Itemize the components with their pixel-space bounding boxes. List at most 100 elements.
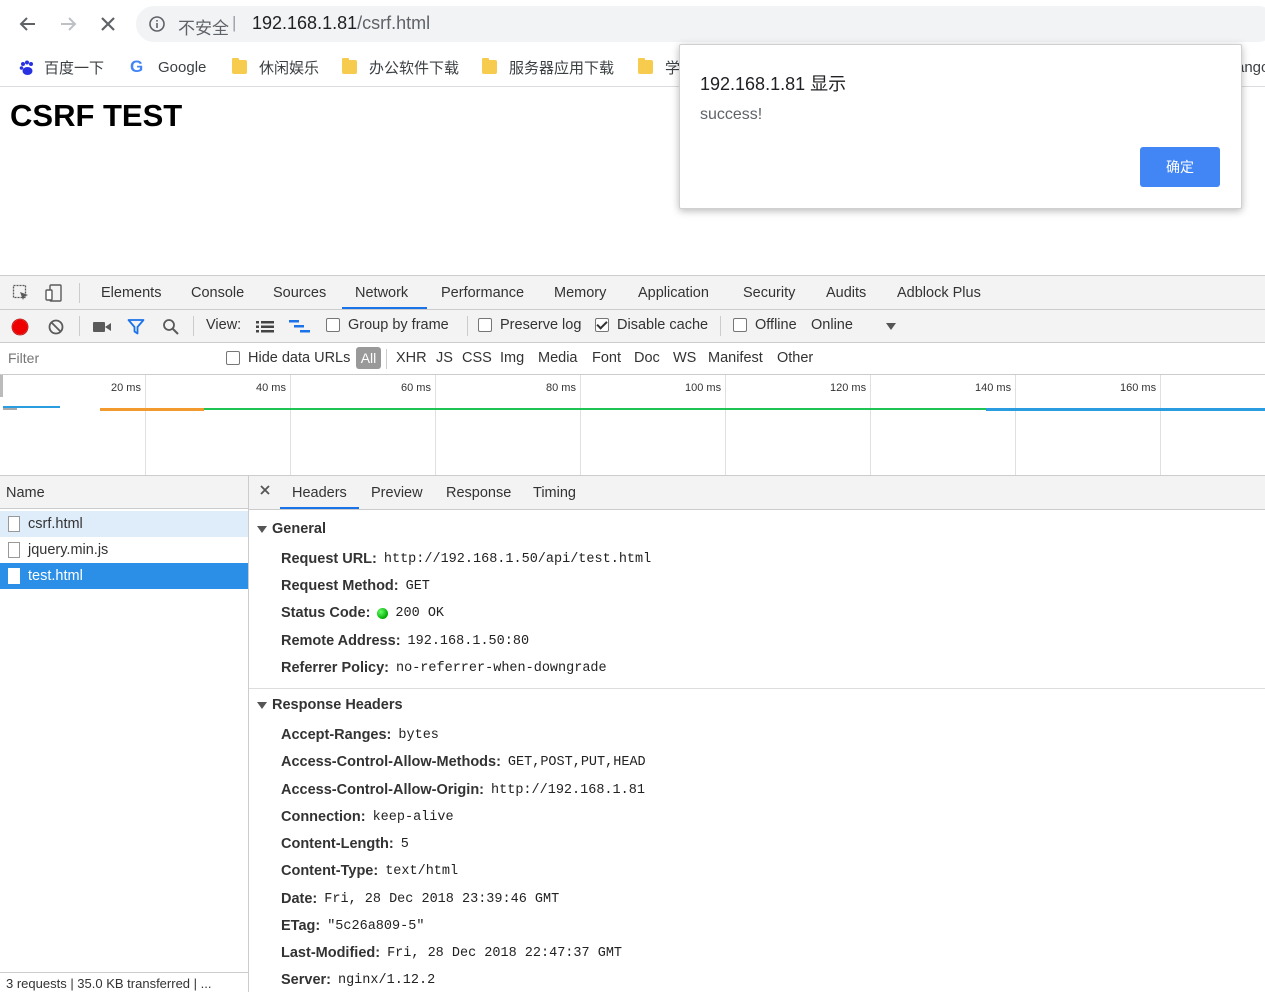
device-toolbar-icon[interactable] (44, 283, 64, 303)
response-headers-section-toggle[interactable]: Response Headers (257, 697, 403, 713)
tab-sources[interactable]: Sources (273, 285, 326, 301)
tab-performance[interactable]: Performance (441, 285, 524, 301)
stop-loading-icon[interactable] (94, 10, 122, 38)
timeline-bar-test (986, 408, 1265, 411)
filter-type-other[interactable]: Other (777, 350, 813, 366)
header-row: ETag: "5c26a809-5" (281, 918, 424, 934)
toolbar-divider (720, 316, 721, 336)
tab-adblock-plus[interactable]: Adblock Plus (897, 285, 981, 301)
chevron-down-icon[interactable] (886, 323, 896, 331)
back-arrow-icon[interactable] (14, 10, 42, 38)
header-row: Status Code: 200 OK (281, 605, 444, 621)
summary-text: 3 requests | 35.0 KB transferred | ... (6, 976, 212, 991)
alert-title: 192.168.1.81 显示 (700, 74, 847, 94)
request-name: test.html (28, 568, 83, 584)
header-value: 200 OK (395, 605, 445, 621)
throttling-select[interactable]: Online (811, 317, 853, 333)
filter-type-ws[interactable]: WS (673, 350, 696, 366)
request-row-jquery[interactable]: jquery.min.js (0, 537, 248, 563)
alert-ok-button[interactable]: 确定 (1140, 147, 1220, 187)
tab-preview[interactable]: Preview (371, 485, 423, 501)
checkbox[interactable] (326, 318, 340, 332)
header-key: Access-Control-Allow-Origin: (281, 782, 485, 798)
checkbox-label: Offline (755, 317, 797, 333)
search-icon[interactable] (162, 318, 180, 336)
header-row: Accept-Ranges: bytes (281, 727, 439, 743)
active-tab-indicator (342, 307, 427, 309)
timeline-tick-label: 60 ms (401, 382, 431, 394)
group-by-frame-checkbox[interactable]: Group by frame (326, 317, 449, 333)
header-value: 5 (400, 836, 409, 852)
bookmark-google[interactable]: G Google (130, 56, 206, 78)
expand-triangle-icon (257, 701, 267, 709)
filter-input[interactable] (4, 347, 208, 369)
filter-type-img[interactable]: Img (500, 350, 524, 366)
close-icon[interactable] (259, 484, 271, 496)
active-tab-indicator (280, 507, 359, 509)
filter-type-all[interactable]: All (356, 347, 381, 369)
request-row-csrf[interactable]: csrf.html (0, 511, 248, 537)
tab-audits[interactable]: Audits (826, 285, 866, 301)
header-value: "5c26a809-5" (327, 918, 425, 934)
bookmark-folder-study[interactable]: 学 (638, 56, 680, 78)
filter-type-css[interactable]: CSS (462, 350, 492, 366)
timeline-handle[interactable] (0, 375, 3, 397)
filter-type-manifest[interactable]: Manifest (708, 350, 763, 366)
tab-response[interactable]: Response (446, 485, 511, 501)
filter-type-xhr[interactable]: XHR (396, 350, 427, 366)
checkbox[interactable] (226, 351, 240, 365)
tab-memory[interactable]: Memory (554, 285, 606, 301)
info-circle-icon[interactable] (148, 15, 166, 33)
header-row: Request URL: http://192.168.1.50/api/test… (281, 551, 651, 567)
checkbox[interactable] (478, 318, 492, 332)
tab-application[interactable]: Application (638, 285, 709, 301)
hide-data-urls-checkbox[interactable]: Hide data URLs (226, 350, 350, 366)
preserve-log-checkbox[interactable]: Preserve log (478, 317, 581, 333)
bookmark-label: 学 (665, 59, 681, 77)
offline-checkbox[interactable]: Offline (733, 317, 797, 333)
tab-headers[interactable]: Headers (292, 485, 347, 501)
timeline-bar-waiting (3, 408, 17, 410)
filter-type-font[interactable]: Font (592, 350, 621, 366)
timeline-gridline (870, 375, 871, 475)
bookmark-folder-office[interactable]: 办公软件下载 (342, 56, 459, 78)
section-title: Response Headers (272, 697, 403, 713)
clear-icon[interactable] (47, 318, 65, 336)
bookmark-folder-leisure[interactable]: 休闲娱乐 (232, 56, 319, 78)
tab-console[interactable]: Console (191, 285, 244, 301)
checkbox[interactable] (733, 318, 747, 332)
checkbox-label: Preserve log (500, 317, 582, 333)
bookmark-label: 服务器应用下载 (509, 59, 615, 77)
bookmark-baidu[interactable]: 百度一下 (18, 56, 104, 78)
large-rows-icon[interactable] (256, 321, 274, 333)
address-bar[interactable]: 不安全 | 192.168.1.81/csrf.html (136, 6, 1265, 42)
header-key: Accept-Ranges: (281, 727, 392, 743)
network-overview-timeline[interactable]: 20 ms 40 ms 60 ms 80 ms 100 ms 120 ms 14… (0, 375, 1265, 476)
checkbox-checked[interactable] (595, 318, 609, 332)
request-row-test[interactable]: test.html (0, 563, 248, 589)
screenshot-camera-icon[interactable] (92, 320, 112, 334)
header-value: GET,POST,PUT,HEAD (507, 754, 646, 770)
bookmark-label: 办公软件下载 (369, 59, 460, 77)
record-icon[interactable] (11, 318, 29, 336)
page-title: CSRF TEST (10, 98, 183, 133)
forward-arrow-icon[interactable] (54, 10, 82, 38)
waterfall-overview-icon[interactable] (289, 320, 311, 334)
general-section-toggle[interactable]: General (257, 521, 326, 537)
tab-timing[interactable]: Timing (533, 485, 576, 501)
bookmark-folder-server[interactable]: 服务器应用下载 (482, 56, 614, 78)
name-column-header[interactable]: Name (0, 476, 248, 509)
alert-message: success! (700, 106, 763, 123)
tab-security[interactable]: Security (743, 285, 795, 301)
header-row: Access-Control-Allow-Origin: http://192.1… (281, 782, 645, 798)
url-text: 192.168.1.81/csrf.html (252, 13, 430, 34)
filter-type-doc[interactable]: Doc (634, 350, 660, 366)
tab-network[interactable]: Network (355, 285, 408, 301)
tab-elements[interactable]: Elements (101, 285, 161, 301)
filter-type-media[interactable]: Media (538, 350, 578, 366)
filter-type-js[interactable]: JS (436, 350, 453, 366)
filter-funnel-icon[interactable] (127, 318, 145, 336)
header-value: Fri, 28 Dec 2018 23:39:46 GMT (324, 891, 560, 907)
disable-cache-checkbox[interactable]: Disable cache (595, 317, 708, 333)
inspect-element-icon[interactable] (12, 284, 30, 302)
